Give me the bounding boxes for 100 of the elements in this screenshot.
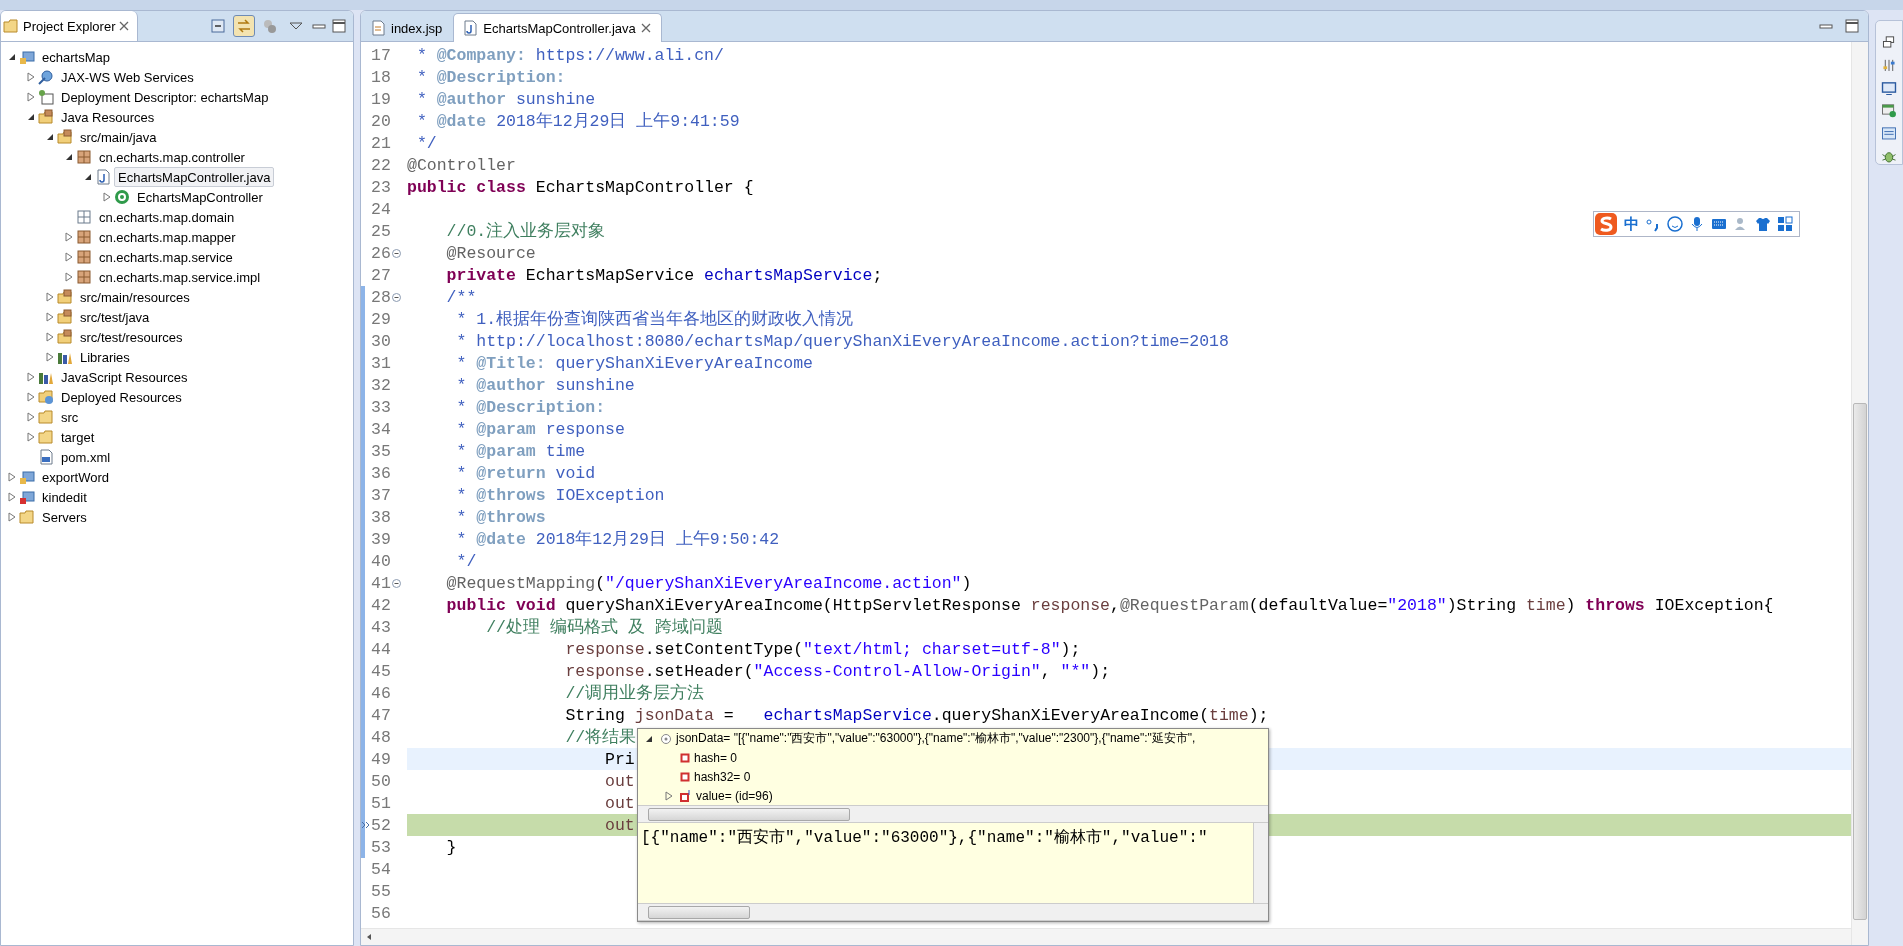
tree-item[interactable]: pom.xml <box>57 447 115 467</box>
tree-item[interactable]: cn.echarts.map.domain <box>95 207 239 227</box>
tree-item[interactable]: src/test/java <box>76 307 154 327</box>
code-line: public void queryShanXiEveryAreaIncome(HttpServletResponse response,@RequestParam(defaultValue="2018")String time) throws IOException{ <box>446 595 1774 615</box>
tree-item[interactable]: src <box>57 407 83 427</box>
code-line: //处理 编码格式 及 跨域问题 <box>486 617 723 638</box>
descriptor-icon <box>38 89 54 105</box>
tree-item[interactable]: Java Resources <box>57 107 159 127</box>
code-line: } <box>446 837 457 857</box>
tree-item[interactable]: src/main/resources <box>76 287 194 307</box>
expand-arrow-icon[interactable] <box>103 192 111 202</box>
collapse-arrow-icon[interactable] <box>27 113 35 121</box>
horizontal-scrollbar[interactable] <box>638 805 1268 823</box>
maximize-icon[interactable] <box>1844 18 1860 34</box>
code-line: */ <box>416 133 437 153</box>
list-window-icon[interactable] <box>1881 126 1897 142</box>
fold-icon[interactable] <box>391 249 401 258</box>
code-line: response.setHeader("Access-Control-Allow-Origin", "*"); <box>565 661 1111 681</box>
code-line: /** <box>446 287 477 307</box>
line-number: 29 <box>371 309 391 329</box>
shirt-icon[interactable] <box>1755 216 1771 232</box>
java-file-icon <box>462 20 479 36</box>
tree-item[interactable]: kindedit <box>38 487 91 507</box>
horizontal-scrollbar[interactable] <box>638 903 1268 921</box>
tree-item[interactable]: Deployed Resources <box>57 387 186 407</box>
editor-tab[interactable]: EchartsMapController.java <box>453 13 662 42</box>
fold-icon[interactable] <box>391 293 401 302</box>
line-number: 55 <box>371 881 391 901</box>
toolbar-button[interactable] <box>233 15 255 37</box>
class-icon <box>114 189 130 205</box>
collapse-arrow-icon[interactable] <box>8 53 16 61</box>
tree-item[interactable]: Deployment Descriptor: echartsMap <box>57 87 273 107</box>
close-icon[interactable] <box>119 21 130 31</box>
tree-item[interactable]: target <box>57 427 99 447</box>
horizontal-scrollbar[interactable] <box>361 928 1851 945</box>
code-line: Pri <box>605 749 635 769</box>
variable-label[interactable]: jsonData= "[{"name":"西安市","value":"63000"},{"name":"榆林市","value":"2300"},{"name":"延安市", <box>676 730 1196 747</box>
punctuation-icon[interactable] <box>1645 216 1661 232</box>
collapse-arrow-icon[interactable] <box>645 734 653 743</box>
grid-icon[interactable] <box>1777 216 1793 232</box>
variable-label[interactable]: value= (id=96) <box>696 788 773 803</box>
tree-item[interactable]: echartsMap <box>38 47 114 67</box>
line-number: 20 <box>371 111 391 131</box>
project-error-icon <box>19 489 35 505</box>
line-number: 41 <box>371 573 391 593</box>
project-icon <box>19 469 35 485</box>
fold-icon[interactable] <box>391 579 401 588</box>
keyboard-icon[interactable] <box>1711 216 1727 232</box>
editor-tab[interactable]: index.jsp <box>361 14 454 41</box>
input-mode[interactable]: 中 <box>1624 214 1639 234</box>
tree-item[interactable]: src/main/java <box>76 127 161 147</box>
maximize-icon[interactable] <box>331 18 347 34</box>
tree-item[interactable]: cn.echarts.map.controller <box>95 147 249 167</box>
line-number: 45 <box>371 661 391 681</box>
smiley-icon[interactable] <box>1667 216 1683 232</box>
view-tab[interactable]: Project Explorer <box>1 11 139 41</box>
tree-item[interactable]: Libraries <box>76 347 134 367</box>
code-line: @Controller <box>407 155 516 175</box>
collapse-arrow-icon[interactable] <box>65 153 73 161</box>
tree-item[interactable]: EchartsMapController.java <box>114 167 275 187</box>
close-icon[interactable] <box>640 23 651 33</box>
tree-item[interactable]: cn.echarts.map.mapper <box>95 227 240 247</box>
collapse-arrow-icon[interactable] <box>84 173 92 181</box>
variable-label[interactable]: hash32= 0 <box>694 769 751 784</box>
tree-item[interactable]: Servers <box>38 507 91 527</box>
variable-label[interactable]: hash= 0 <box>694 750 738 765</box>
sliders-icon[interactable] <box>1881 57 1897 73</box>
code-line: @RequestMapping("/queryShanXiEveryAreaIncome.action") <box>446 573 972 593</box>
tree-item[interactable]: cn.echarts.map.service.impl <box>95 267 265 287</box>
tree-item[interactable]: JavaScript Resources <box>57 367 192 387</box>
tree-item[interactable]: EchartsMapController <box>133 187 267 207</box>
tree-item[interactable]: JAX-WS Web Services <box>57 67 198 87</box>
dots-icon <box>262 18 278 34</box>
collapse-arrow-icon[interactable] <box>46 133 54 141</box>
code-line: //将结果 <box>565 727 637 748</box>
window-play-icon[interactable] <box>1881 103 1897 119</box>
code-line: * @param response <box>456 419 625 439</box>
monitor-icon[interactable] <box>1881 80 1897 96</box>
restore-icon[interactable] <box>1881 35 1897 50</box>
line-number: 33 <box>371 397 391 417</box>
code-line: * @throws <box>456 507 546 527</box>
code-line: * @date 2018年12月29日 上午9:50:42 <box>456 529 780 550</box>
line-number: 51 <box>371 793 391 813</box>
tree-item[interactable]: src/test/resources <box>76 327 187 347</box>
code-line: * @throws IOException <box>456 485 665 505</box>
line-number: 35 <box>371 441 391 461</box>
bug-icon[interactable] <box>1881 149 1897 164</box>
folder-icon <box>38 429 54 445</box>
vertical-scrollbar[interactable] <box>1851 42 1868 945</box>
tree-item[interactable]: cn.echarts.map.service <box>95 247 237 267</box>
package-icon <box>76 229 92 245</box>
tree-item[interactable]: exportWord <box>38 467 113 487</box>
source-folder-icon <box>57 289 73 305</box>
code-line: private EchartsMapService echartsMapService; <box>446 265 883 285</box>
microphone-icon[interactable] <box>1689 216 1705 232</box>
vertical-scrollbar[interactable] <box>1253 823 1268 903</box>
line-number: 44 <box>371 639 391 659</box>
project-icon <box>19 49 35 65</box>
line-number: 46 <box>371 683 391 703</box>
expand-arrow-icon[interactable] <box>665 790 673 801</box>
